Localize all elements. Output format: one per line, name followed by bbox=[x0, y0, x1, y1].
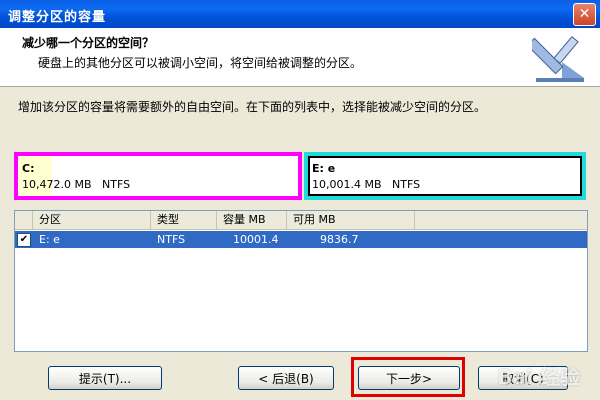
row-checkbox[interactable]: ✔ bbox=[17, 233, 31, 247]
title-bar: 调整分区的容量 ✕ bbox=[0, 0, 600, 28]
column-header-free[interactable]: 可用 MB bbox=[287, 211, 415, 229]
partition-size: 10,001.4 MB NTFS bbox=[312, 178, 421, 191]
partition-bar-e[interactable]: E: e 10,001.4 MB NTFS bbox=[304, 152, 586, 200]
back-button[interactable]: < 后退(B) bbox=[238, 366, 334, 390]
table-row[interactable]: ✔ E: e NTFS 10001.4 9836.7 bbox=[15, 231, 587, 248]
partition-bar-c[interactable]: C: 10,472.0 MB NTFS bbox=[14, 152, 302, 200]
highlight-box bbox=[351, 357, 465, 397]
column-header-capacity[interactable]: 容量 MB bbox=[217, 211, 287, 229]
list-header: 分区 类型 容量 MB 可用 MB bbox=[15, 211, 587, 230]
cell-type: NTFS bbox=[157, 233, 186, 246]
partition-name: E: e bbox=[312, 162, 336, 175]
close-button[interactable]: ✕ bbox=[573, 3, 596, 26]
checkbox-column-header bbox=[15, 211, 33, 229]
cell-partition: E: e bbox=[39, 233, 60, 246]
partition-size: 10,472.0 MB NTFS bbox=[22, 178, 131, 191]
wizard-header: 减少哪一个分区的空间？ 硬盘上的其他分区可以被调小空间，将空间给被调整的分区。 bbox=[0, 28, 600, 87]
header-subtitle: 硬盘上的其他分区可以被调小空间，将空间给被调整的分区。 bbox=[38, 56, 363, 70]
partition-list[interactable]: 分区 类型 容量 MB 可用 MB ✔ E: e NTFS 10001.4 98… bbox=[14, 210, 588, 352]
hint-button[interactable]: 提示(T)... bbox=[48, 366, 162, 390]
partition-name: C: bbox=[22, 162, 35, 175]
watermark: Bai 经验 bbox=[497, 365, 580, 389]
cell-free: 9836.7 bbox=[320, 233, 359, 246]
instruction-text: 增加该分区的容量将需要额外的自由空间。在下面的列表中，选择能被减少空间的分区。 bbox=[18, 100, 487, 114]
column-header-partition[interactable]: 分区 bbox=[33, 211, 151, 229]
header-title: 减少哪一个分区的空间？ bbox=[22, 36, 155, 50]
column-header-type[interactable]: 类型 bbox=[151, 211, 217, 229]
window-title: 调整分区的容量 bbox=[8, 10, 107, 25]
partition-map: C: 10,472.0 MB NTFS E: e 10,001.4 MB NTF… bbox=[14, 152, 586, 200]
cell-capacity: 10001.4 bbox=[233, 233, 279, 246]
ruler-tool-icon bbox=[532, 35, 584, 82]
